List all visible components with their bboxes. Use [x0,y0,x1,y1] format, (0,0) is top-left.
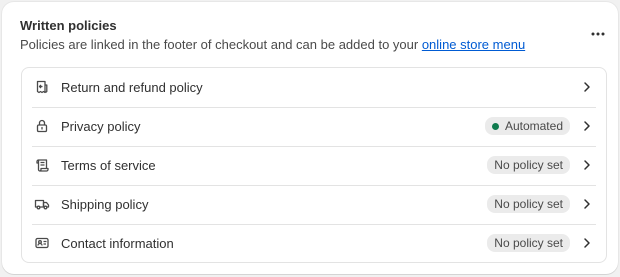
status-badge: No policy set [487,234,570,252]
ellipsis-icon [591,32,605,36]
lock-icon [36,119,48,133]
card-subtitle: Policies are linked in the footer of che… [20,37,525,52]
policy-label: Contact information [61,236,174,251]
card-title: Written policies [20,18,117,33]
policy-row-privacy[interactable]: Privacy policy Automated [22,107,606,146]
truck-icon [34,199,50,210]
policy-row-terms[interactable]: Terms of service No policy set [22,146,606,185]
chevron-right-icon [584,238,590,248]
status-badge: No policy set [487,156,570,174]
chevron-right-icon [584,82,590,92]
online-store-menu-link[interactable]: online store menu [422,37,525,52]
status-dot [491,122,499,130]
status-badge: Automated [484,117,570,135]
policies-list: Return and refund policy Privacy policy … [21,67,607,263]
chevron-right-icon [584,121,590,131]
contact-card-icon [35,237,49,249]
status-badge: No policy set [487,195,570,213]
policy-row-shipping[interactable]: Shipping policy No policy set [22,185,606,224]
scroll-icon [36,159,49,172]
written-policies-card: Written policies Policies are linked in … [2,2,618,274]
subtitle-text: Policies are linked in the footer of che… [20,37,422,52]
policy-row-return-refund[interactable]: Return and refund policy [22,68,606,107]
receipt-refund-icon [36,80,48,94]
more-actions-button[interactable] [588,24,608,44]
policy-label: Shipping policy [61,197,149,212]
policy-row-contact[interactable]: Contact information No policy set [22,224,606,262]
policy-label: Return and refund policy [61,80,203,95]
policy-label: Privacy policy [61,119,141,134]
badge-text: Automated [504,119,563,133]
chevron-right-icon [584,160,590,170]
chevron-right-icon [584,199,590,209]
policy-label: Terms of service [61,158,156,173]
